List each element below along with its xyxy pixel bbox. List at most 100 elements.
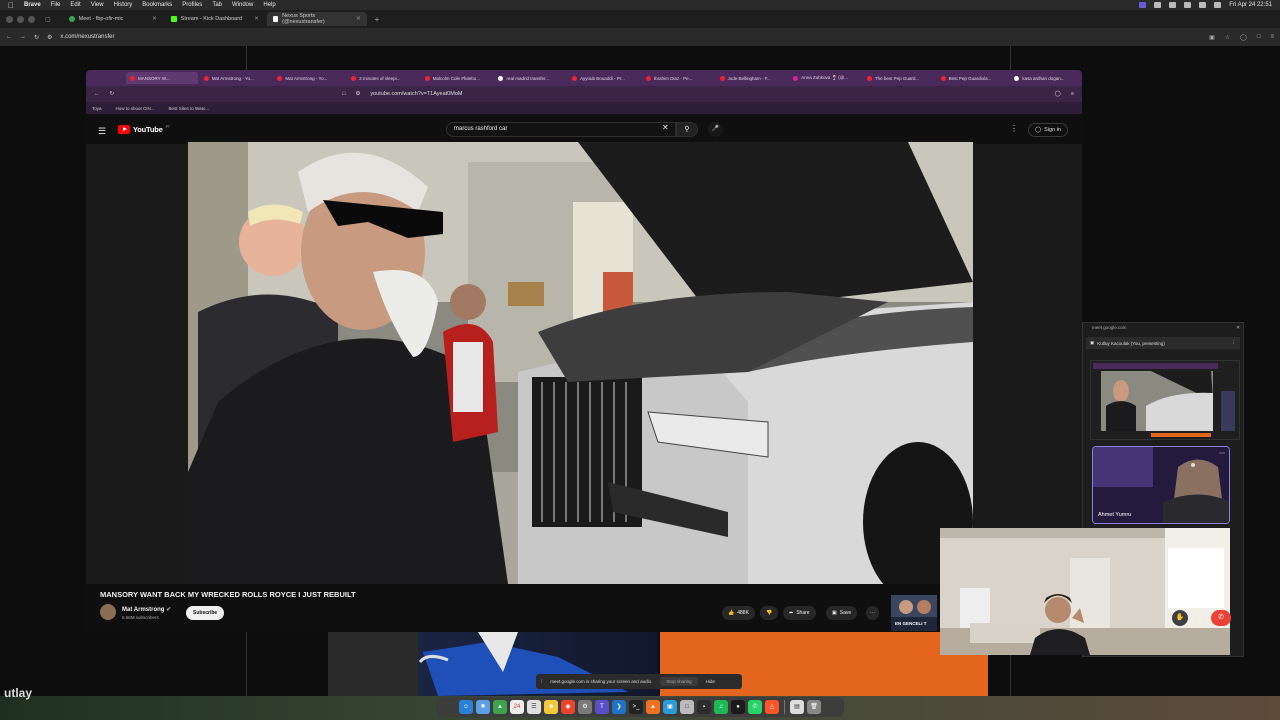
stop-sharing-button[interactable]: Stop sharing — [660, 677, 698, 686]
back-icon[interactable]: ← — [6, 34, 12, 40]
inner-tab[interactable]: kasa ardhan dogan... — [1010, 72, 1082, 84]
inner-tab[interactable]: The best Pep Guard... — [863, 72, 935, 84]
channel-avatar[interactable] — [100, 604, 116, 620]
outer-tab-kick[interactable]: Stream - Kick Dashboard ✕ — [165, 12, 265, 26]
endcard-thumbnail[interactable]: EN GENCELI T — [891, 595, 937, 631]
menu-help[interactable]: Help — [263, 2, 275, 8]
close-window-icon[interactable] — [6, 15, 13, 23]
new-tab-icon[interactable]: + — [375, 15, 380, 24]
minimize-window-icon[interactable] — [17, 15, 24, 23]
app-icon[interactable]: ▪ — [697, 700, 711, 714]
inner-tab[interactable]: 3 minutes of sleepi... — [347, 72, 419, 84]
stickies-icon[interactable]: ■ — [544, 700, 558, 714]
brave-shield-icon[interactable]: ◯ — [1240, 34, 1247, 41]
notes-icon[interactable]: ☰ — [527, 700, 541, 714]
save-button[interactable]: ▣ Save — [826, 606, 858, 620]
close-tab-icon[interactable]: ✕ — [152, 16, 157, 22]
channel-name[interactable]: Mat Armstrong ✔ — [122, 606, 171, 613]
whatsapp-icon[interactable]: ✆ — [748, 700, 762, 714]
raise-hand-button[interactable]: ✋ — [1172, 610, 1188, 626]
cast-icon[interactable]: ▣ — [1209, 34, 1215, 41]
close-icon[interactable]: ✕ — [1236, 325, 1240, 331]
clock[interactable]: Fri Apr 24 22:51 — [1229, 2, 1272, 8]
hang-up-button[interactable]: ✆ — [1211, 610, 1231, 626]
screen-share-icon[interactable] — [1139, 2, 1147, 8]
bookmark-item[interactable]: How to shoot CIN... — [116, 106, 155, 111]
bookmark-item[interactable]: Toya — [92, 106, 102, 111]
inner-tab[interactable]: Anna Zubkova 🍷 (@... — [789, 72, 861, 84]
video-player[interactable] — [188, 142, 973, 584]
outer-tab-x[interactable]: Nexus Sports (@nexustransfer) ✕ — [266, 12, 367, 26]
brave-beta-icon[interactable]: △ — [765, 700, 779, 714]
stream-icon[interactable]: ● — [731, 700, 745, 714]
menu-app-name[interactable]: Brave — [24, 2, 41, 8]
spotify-icon[interactable]: ♫ — [714, 700, 728, 714]
close-tab-icon[interactable]: ✕ — [356, 16, 361, 22]
terminal-icon[interactable]: >_ — [629, 700, 643, 714]
inner-tab[interactable]: Malcolm Cole #futebo... — [421, 72, 493, 84]
brave-shield-icon[interactable]: ◯ — [1055, 91, 1061, 97]
menu-icon[interactable]: ≡ — [1270, 34, 1274, 41]
preview-icon[interactable]: □ — [680, 700, 694, 714]
menu-icon[interactable]: ≡ — [1071, 91, 1074, 97]
apple-icon[interactable]:  — [8, 1, 14, 10]
brave-icon[interactable]: ▲ — [646, 700, 660, 714]
share-button[interactable]: ➦ Share — [783, 606, 816, 620]
chrome-icon[interactable]: ◉ — [561, 700, 575, 714]
search-input[interactable]: marcus rashford car — [446, 122, 676, 137]
status-icon[interactable] — [1169, 2, 1177, 8]
inner-tab[interactable]: Best Pep Guardiola... — [937, 72, 1009, 84]
vscode-icon[interactable]: ❯ — [612, 700, 626, 714]
menu-window[interactable]: Window — [232, 2, 253, 8]
zoom-window-icon[interactable] — [28, 15, 35, 23]
forward-icon[interactable]: → — [20, 34, 26, 40]
menu-bookmarks[interactable]: Bookmarks — [142, 2, 172, 8]
hamburger-icon[interactable]: ☰ — [98, 126, 106, 137]
reload-icon[interactable]: ↻ — [34, 34, 39, 41]
inner-tab[interactable]: Jude Bellingham - F... — [716, 72, 788, 84]
menu-tab[interactable]: Tab — [212, 2, 222, 8]
bookmark-icon[interactable]: □ — [342, 91, 345, 97]
teams-icon[interactable]: T — [595, 700, 609, 714]
status-icon[interactable] — [1154, 2, 1162, 8]
reload-icon[interactable]: ↻ — [110, 91, 115, 97]
outer-url-field[interactable]: x.com/nexustransfer — [60, 34, 114, 40]
sidebar-toggle-icon[interactable]: ▢ — [45, 16, 51, 23]
screen-icon[interactable]: ▣ — [663, 700, 677, 714]
close-tab-icon[interactable]: ✕ — [254, 16, 259, 22]
more-vert-icon[interactable]: ⋮ — [1232, 340, 1237, 346]
site-settings-icon[interactable]: ⚙ — [355, 91, 360, 97]
like-button[interactable]: 👍 488K — [722, 606, 755, 620]
hide-button[interactable]: Hide — [706, 679, 715, 684]
outer-tab-meet[interactable]: Meet - fbp-ofir-mic ✕ — [63, 12, 163, 26]
settings-icon[interactable]: ⚙ — [578, 700, 592, 714]
more-options-button[interactable]: ⋮ — [1194, 610, 1206, 626]
back-icon[interactable]: ← — [94, 91, 100, 97]
more-vert-icon[interactable]: ⋮ — [1010, 124, 1018, 133]
menu-profiles[interactable]: Profiles — [182, 2, 202, 8]
search-button[interactable]: ⚲ — [676, 122, 698, 137]
sign-in-button[interactable]: ◯ Sign in — [1028, 123, 1068, 137]
clear-search-icon[interactable]: ✕ — [662, 123, 669, 132]
menu-history[interactable]: History — [114, 2, 133, 8]
trash-icon[interactable]: 🗑 — [807, 700, 821, 714]
finder-icon[interactable]: ☺ — [459, 700, 473, 714]
calendar-icon[interactable]: 24 — [510, 700, 524, 714]
microphone-icon[interactable]: 🎤 — [708, 122, 723, 137]
menu-file[interactable]: File — [51, 2, 61, 8]
safari-icon[interactable]: ✹ — [476, 700, 490, 714]
menu-view[interactable]: View — [91, 2, 104, 8]
inner-tab[interactable]: Ayyoub Bouaddi - Pr... — [568, 72, 640, 84]
dislike-button[interactable]: 👎 — [760, 606, 779, 620]
drag-handle-icon[interactable]: ⁞ — [541, 679, 542, 684]
document-icon[interactable]: ▤ — [790, 700, 804, 714]
subscribe-button[interactable]: Subscribe — [186, 606, 225, 620]
control-center-icon[interactable] — [1214, 2, 1222, 8]
inner-tab[interactable]: MANSORY W... — [126, 72, 198, 84]
more-actions-button[interactable]: ⋯ — [866, 606, 879, 620]
inner-tab[interactable]: Mat Armstrong - Yo... — [200, 72, 272, 84]
inner-tab[interactable]: Ibrahim Diaz - Pe... — [642, 72, 714, 84]
status-icon[interactable] — [1184, 2, 1192, 8]
maps-icon[interactable]: ▲ — [493, 700, 507, 714]
inner-tab[interactable]: Mat Armstrong - Yo... — [273, 72, 345, 84]
